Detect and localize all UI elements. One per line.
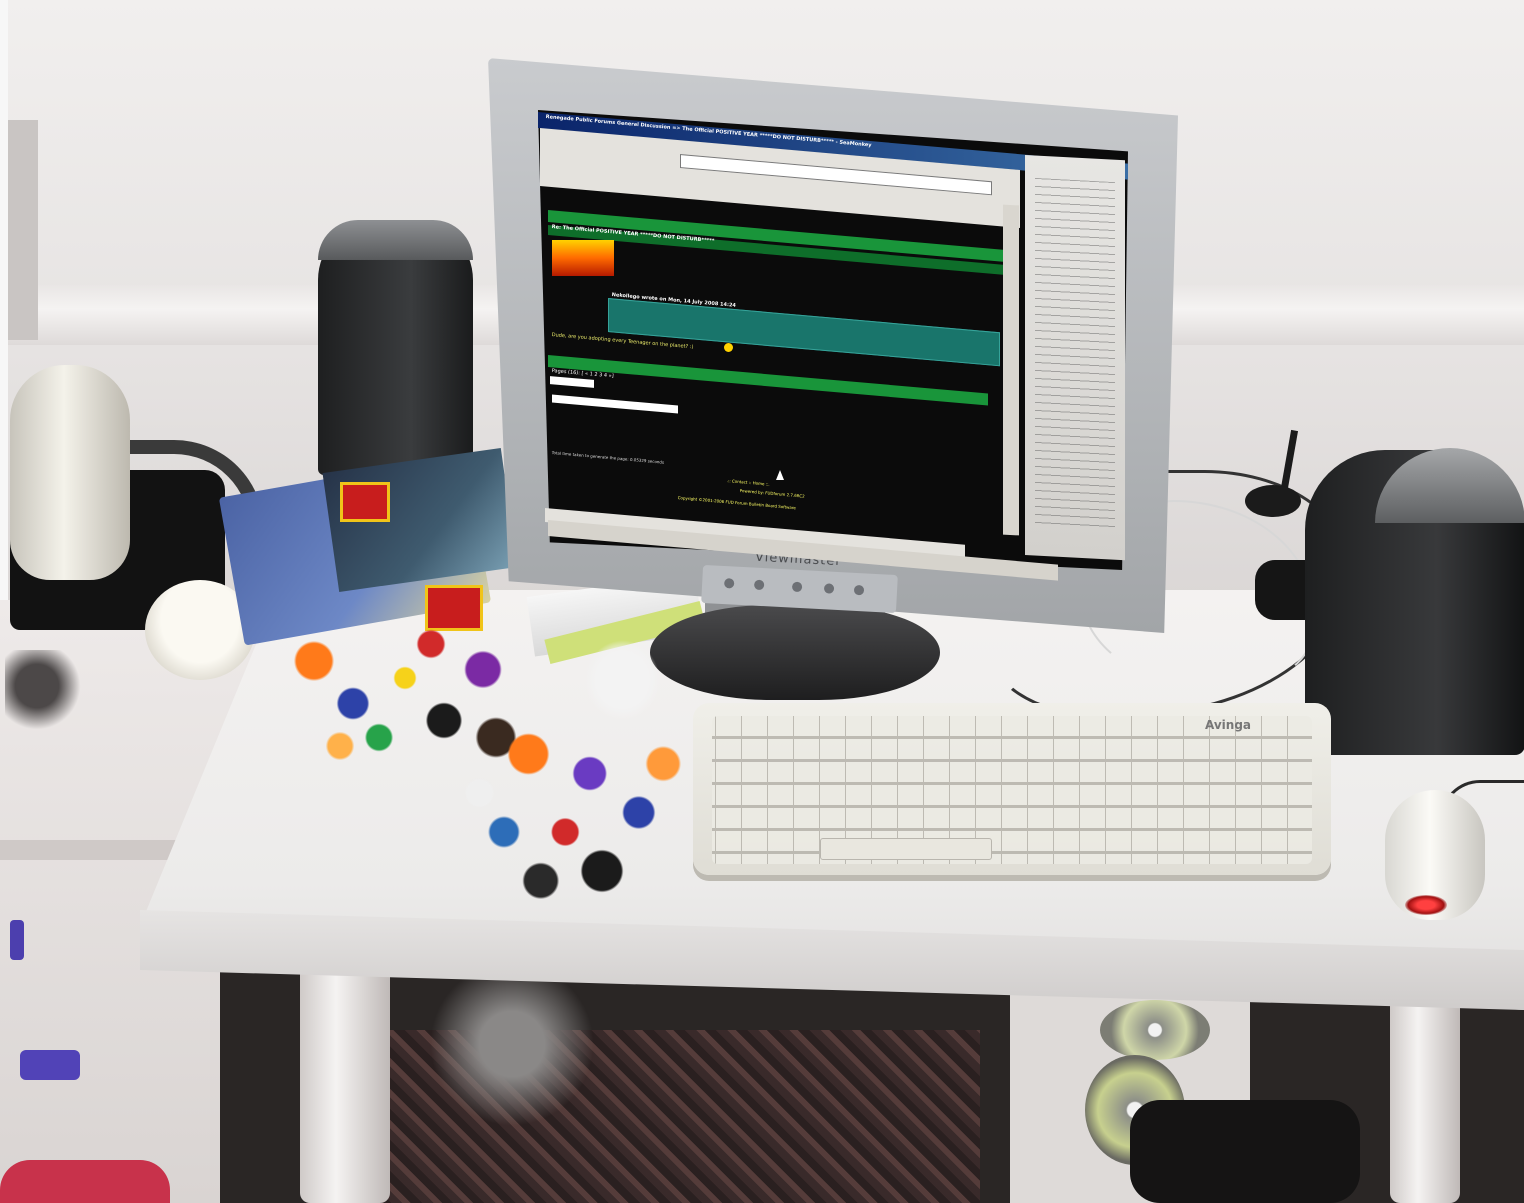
monitor-button[interactable] — [823, 583, 835, 594]
red-object — [0, 1160, 170, 1203]
keyboard-brand: Avinga — [1205, 718, 1252, 732]
monitor-button[interactable] — [791, 581, 803, 593]
desk-leg — [1390, 990, 1460, 1203]
lamp-shade — [10, 365, 130, 580]
cursor-icon — [776, 470, 784, 480]
antenna-base — [1245, 485, 1301, 517]
power-strip — [380, 980, 600, 1140]
wall-shadow — [8, 120, 38, 340]
monitor-stand — [650, 605, 940, 700]
keyboard-keys[interactable] — [712, 716, 1312, 864]
power-button[interactable] — [853, 584, 865, 596]
cd-disc — [1100, 1000, 1210, 1060]
mouse-led — [1405, 895, 1447, 915]
lego-logo — [340, 482, 390, 522]
monitor-button[interactable] — [723, 578, 735, 589]
black-bag — [1130, 1100, 1360, 1203]
monitor-button[interactable] — [753, 579, 765, 591]
lego-parts-pile — [5, 650, 85, 740]
user-avatar — [552, 240, 614, 276]
purple-handle — [10, 920, 24, 960]
page-scrollbar[interactable] — [1003, 204, 1019, 536]
purple-handle — [20, 1050, 80, 1080]
smiley-icon — [724, 343, 733, 352]
minifigure-pile — [455, 715, 700, 910]
chat-sidebar-list — [1035, 177, 1115, 533]
spacebar[interactable] — [820, 838, 992, 860]
white-cable-coil — [585, 640, 660, 720]
desk-leg — [300, 960, 390, 1203]
speaker-left-top — [318, 220, 473, 260]
